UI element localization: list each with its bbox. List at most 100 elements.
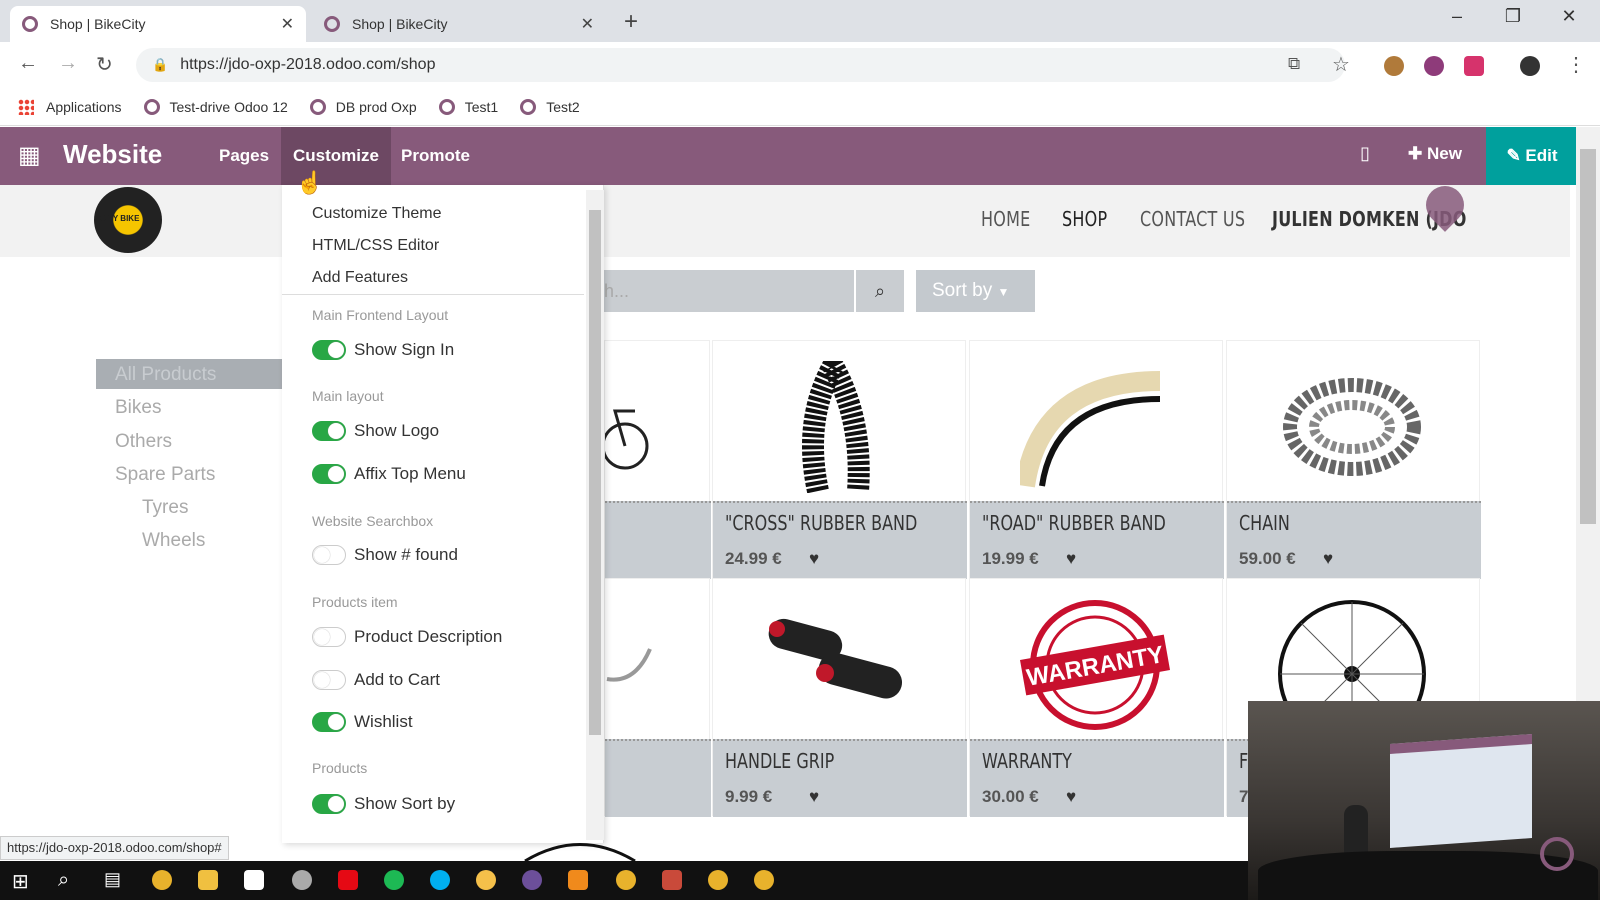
- category-others[interactable]: Others: [115, 431, 172, 453]
- bookmark-star-icon[interactable]: ☆: [1332, 52, 1350, 77]
- chrome-menu-icon[interactable]: ⋮: [1566, 52, 1586, 77]
- product-name[interactable]: CHAIN: [1239, 511, 1290, 535]
- bookmark-item[interactable]: Test1: [438, 98, 498, 115]
- new-tab-button[interactable]: +: [624, 8, 638, 36]
- product-card[interactable]: CHAIN 59.00 € ♥: [1226, 340, 1481, 579]
- add-features-link[interactable]: Add Features: [312, 269, 408, 287]
- scrollbar-thumb[interactable]: [589, 210, 601, 735]
- translate-icon[interactable]: ⧉: [1288, 54, 1300, 74]
- minimize-icon[interactable]: –: [1434, 6, 1480, 27]
- skype-icon[interactable]: [430, 870, 450, 890]
- option-wishlist[interactable]: Wishlist: [312, 712, 413, 732]
- back-icon[interactable]: ←: [18, 52, 38, 75]
- product-name[interactable]: WARRANTY: [982, 749, 1072, 773]
- close-tab-icon[interactable]: ✕: [581, 14, 594, 34]
- scrollbar-thumb[interactable]: [1580, 149, 1596, 524]
- file-explorer-icon[interactable]: [198, 870, 218, 890]
- browser-tab-active[interactable]: Shop | BikeCity ✕: [10, 6, 306, 42]
- category-spare-parts[interactable]: Spare Parts: [115, 464, 215, 486]
- toggle-switch[interactable]: [312, 545, 346, 565]
- app-icon[interactable]: [292, 870, 312, 890]
- dropdown-scrollbar[interactable]: [586, 190, 604, 840]
- nav-shop[interactable]: SHOP: [1062, 207, 1107, 231]
- product-card-partial[interactable]: [604, 340, 711, 579]
- bookmark-item[interactable]: Test2: [520, 98, 580, 115]
- toggle-switch[interactable]: [312, 464, 346, 484]
- wishlist-heart-icon[interactable]: ♥: [1066, 549, 1076, 569]
- product-name[interactable]: F: [1239, 749, 1248, 773]
- search-icon[interactable]: ⌕: [58, 869, 69, 892]
- app-icon[interactable]: [662, 870, 682, 890]
- menu-pages[interactable]: Pages: [207, 127, 281, 185]
- html-css-editor-link[interactable]: HTML/CSS Editor: [312, 237, 439, 255]
- url-bar[interactable]: 🔒 https://jdo-oxp-2018.odoo.com/shop: [136, 48, 1345, 82]
- option-show-sign-in[interactable]: Show Sign In: [312, 340, 454, 360]
- apps-menu-icon[interactable]: ▦: [18, 141, 41, 170]
- extension-icon[interactable]: [1384, 56, 1404, 76]
- option-product-description[interactable]: Product Description: [312, 627, 502, 647]
- toggle-switch[interactable]: [312, 794, 346, 814]
- netflix-icon[interactable]: [338, 870, 358, 890]
- profile-avatar[interactable]: [1520, 56, 1540, 76]
- toggle-switch[interactable]: [312, 421, 346, 441]
- product-card[interactable]: WARRANTY WARRANTY 30.00 € ♥: [969, 578, 1224, 817]
- product-card[interactable]: "ROAD" RUBBER BAND 19.99 € ♥: [969, 340, 1224, 579]
- close-tab-icon[interactable]: ✕: [281, 14, 294, 34]
- wishlist-heart-icon[interactable]: ♥: [809, 549, 819, 569]
- bookmark-applications[interactable]: Applications: [18, 98, 122, 115]
- category-wheels[interactable]: Wheels: [142, 530, 205, 552]
- forward-icon[interactable]: →: [58, 52, 78, 75]
- option-show-sort-by[interactable]: Show Sort by: [312, 794, 455, 814]
- windows-start-icon[interactable]: ⊞: [12, 869, 29, 894]
- search-input[interactable]: h...: [604, 270, 854, 312]
- option-affix-top-menu[interactable]: Affix Top Menu: [312, 464, 466, 484]
- edit-button[interactable]: ✎ Edit: [1486, 127, 1578, 185]
- product-name[interactable]: "CROSS" RUBBER BAND: [725, 511, 917, 535]
- chrome-icon[interactable]: [708, 870, 728, 890]
- mobile-preview-icon[interactable]: ▯: [1360, 143, 1370, 164]
- new-content-button[interactable]: ✚ New: [1408, 144, 1462, 164]
- search-button[interactable]: ⌕: [854, 270, 904, 312]
- store-icon[interactable]: [244, 870, 264, 890]
- nav-contact-us[interactable]: CONTACT US: [1140, 207, 1245, 231]
- extension-icon[interactable]: [1424, 56, 1444, 76]
- bookmark-item[interactable]: Test-drive Odoo 12: [143, 98, 288, 115]
- customize-theme-link[interactable]: Customize Theme: [312, 205, 442, 223]
- wishlist-heart-icon[interactable]: ♥: [1066, 787, 1076, 807]
- toggle-switch[interactable]: [312, 340, 346, 360]
- wishlist-heart-icon[interactable]: ♥: [1323, 549, 1333, 569]
- chrome-icon[interactable]: [152, 870, 172, 890]
- sort-by-dropdown[interactable]: Sort by ▼: [916, 270, 1035, 312]
- restore-icon[interactable]: ❐: [1490, 6, 1536, 27]
- extension-icon[interactable]: [1464, 56, 1484, 76]
- product-card[interactable]: "CROSS" RUBBER BAND 24.99 € ♥: [712, 340, 967, 579]
- app-icon[interactable]: [522, 870, 542, 890]
- reload-icon[interactable]: ↻: [96, 52, 113, 77]
- site-logo[interactable]: CITY BIKE: [94, 187, 162, 253]
- close-window-icon[interactable]: ✕: [1546, 6, 1592, 27]
- category-tyres[interactable]: Tyres: [142, 497, 188, 519]
- menu-promote[interactable]: Promote: [389, 127, 482, 185]
- product-name[interactable]: "ROAD" RUBBER BAND: [982, 511, 1166, 535]
- task-view-icon[interactable]: ▤: [104, 869, 121, 890]
- browser-tab[interactable]: Shop | BikeCity ✕: [312, 6, 606, 42]
- nav-home[interactable]: HOME: [981, 207, 1031, 231]
- chrome-icon[interactable]: [754, 870, 774, 890]
- sublime-text-icon[interactable]: [568, 870, 588, 890]
- wishlist-heart-icon[interactable]: ♥: [809, 787, 819, 807]
- spotify-icon[interactable]: [384, 870, 404, 890]
- product-name[interactable]: HANDLE GRIP: [725, 749, 834, 773]
- category-all-products[interactable]: All Products: [115, 364, 216, 386]
- toggle-switch[interactable]: [312, 670, 346, 690]
- product-card[interactable]: HANDLE GRIP 9.99 € ♥: [712, 578, 967, 817]
- option-show-logo[interactable]: Show Logo: [312, 421, 439, 441]
- product-card-partial[interactable]: [604, 578, 711, 817]
- toggle-switch[interactable]: [312, 712, 346, 732]
- option-add-to-cart[interactable]: Add to Cart: [312, 670, 440, 690]
- category-bikes[interactable]: Bikes: [115, 397, 161, 419]
- option-show-found[interactable]: Show # found: [312, 545, 458, 565]
- chrome-icon[interactable]: [616, 870, 636, 890]
- toggle-switch[interactable]: [312, 627, 346, 647]
- bookmark-item[interactable]: DB prod Oxp: [309, 98, 417, 115]
- app-icon[interactable]: [476, 870, 496, 890]
